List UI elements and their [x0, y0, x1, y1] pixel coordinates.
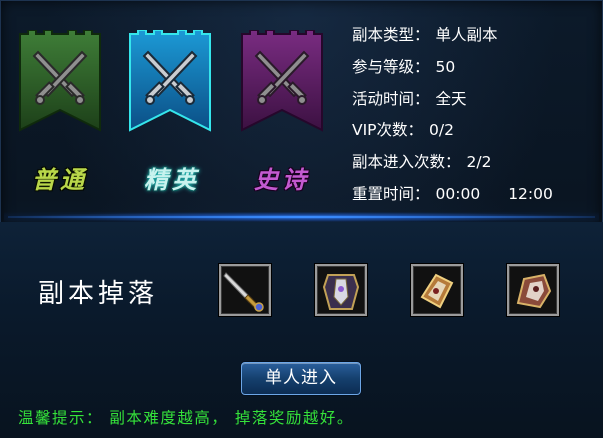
info-level-row: 参与等级： 50	[352, 52, 553, 84]
info-type-row: 副本类型： 单人副本	[352, 20, 553, 52]
info-reset-row: 重置时间： 00:00 12:00	[352, 179, 553, 211]
info-type-label: 副本类型：	[352, 26, 430, 44]
info-type-value: 单人副本	[435, 26, 498, 44]
difficulty-normal-label[interactable]: 普通	[10, 160, 110, 195]
sword-item-icon	[222, 267, 268, 313]
difficulty-elite-label[interactable]: 精英	[122, 160, 222, 195]
difficulty-epic-banner[interactable]	[240, 30, 324, 134]
difficulty-elite-banner[interactable]	[128, 30, 212, 134]
bracer-item-icon	[414, 267, 460, 313]
drop-item-slot-4[interactable]	[507, 264, 559, 316]
info-vip-label: VIP次数：	[352, 121, 424, 140]
drop-item-slot-3[interactable]	[411, 264, 463, 316]
info-level-label: 参与等级：	[352, 57, 430, 76]
shoulder-guard-item-icon	[510, 267, 556, 313]
armor-item-icon	[318, 267, 364, 313]
dungeon-info: 副本类型： 单人副本 参与等级： 50 活动时间： 全天 VIP次数： 0/2 副本进入…	[352, 20, 553, 211]
tip-text: 温馨提示： 副本难度越高， 掉落奖励越好。	[18, 409, 354, 427]
info-time-row: 活动时间： 全天	[352, 84, 553, 116]
crossed-swords-icon	[19, 30, 101, 132]
section-divider	[8, 216, 595, 218]
difficulty-epic-label[interactable]: 史诗	[232, 160, 332, 195]
crossed-swords-icon	[129, 30, 211, 132]
info-entries-row: 副本进入次数： 2/2	[352, 147, 553, 179]
info-time-label: 活动时间：	[352, 89, 430, 108]
info-reset-value-2: 12:00	[508, 184, 553, 203]
difficulty-normal-banner[interactable]	[18, 30, 102, 134]
drops-title: 副本掉落	[38, 279, 159, 309]
info-entries-value: 2/2	[466, 153, 492, 172]
info-reset-value-1: 00:00	[435, 184, 481, 203]
drop-item-slot-2[interactable]	[315, 264, 367, 316]
info-entries-label: 副本进入次数：	[352, 153, 461, 172]
info-vip-row: VIP次数： 0/2	[352, 115, 553, 147]
enter-solo-button[interactable]: 单人进入	[241, 362, 361, 395]
drop-item-slot-1[interactable]	[219, 264, 271, 316]
info-vip-value: 0/2	[429, 121, 454, 140]
info-level-value: 50	[435, 57, 456, 76]
info-time-value: 全天	[435, 89, 467, 108]
crossed-swords-icon	[241, 30, 323, 132]
info-reset-label: 重置时间：	[352, 184, 430, 203]
